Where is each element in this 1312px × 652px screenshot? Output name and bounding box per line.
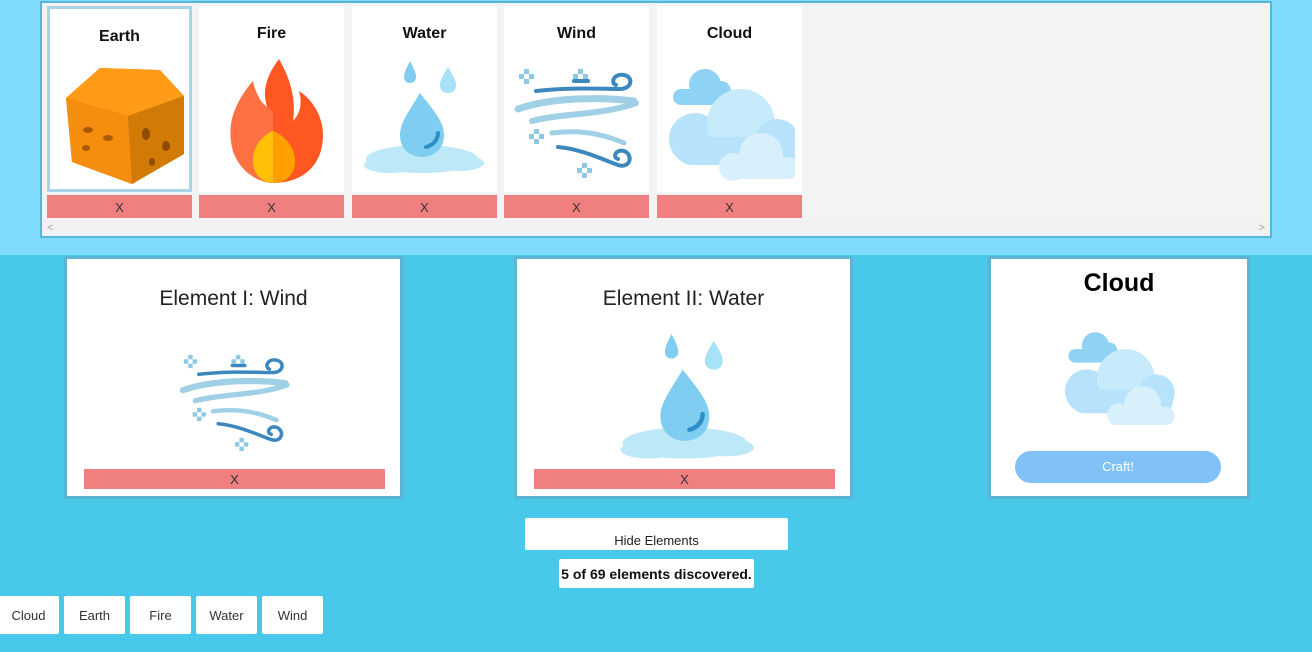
element-card-wind[interactable]: Wind X: [504, 6, 649, 218]
wind-icon: [135, 339, 335, 459]
element-slot-2[interactable]: Element II: Water X: [514, 256, 853, 499]
remove-element-button[interactable]: X: [504, 195, 649, 218]
element-name: Earth: [99, 28, 140, 45]
discovered-count: 5 of 69 elements discovered.: [559, 559, 754, 588]
element-name: Wind: [557, 25, 596, 42]
discovered-chip-earth[interactable]: Earth: [64, 596, 125, 634]
element-card-face[interactable]: Cloud: [657, 6, 802, 192]
scroll-right-arrow[interactable]: >: [1259, 220, 1265, 236]
element-bar: Earth X Fire X Water X Wind X Cloud X < …: [40, 1, 1272, 238]
hide-elements-button[interactable]: Hide Elements: [525, 518, 788, 550]
horizontal-scrollbar[interactable]: < >: [42, 220, 1270, 236]
slot-title: Element I: Wind: [159, 287, 308, 310]
remove-slot-1-button[interactable]: X: [84, 469, 385, 489]
element-name: Cloud: [706, 25, 753, 42]
remove-element-button[interactable]: X: [199, 195, 344, 218]
water-drop-icon: [573, 323, 799, 463]
discovered-chip-cloud[interactable]: Cloud: [0, 596, 59, 634]
element-card-face[interactable]: Wind: [504, 6, 649, 192]
element-slot-1[interactable]: Element I: Wind X: [64, 256, 403, 499]
element-card-face[interactable]: Earth: [47, 6, 192, 192]
water-drop-icon: [362, 59, 486, 175]
remove-slot-2-button[interactable]: X: [534, 469, 835, 489]
remove-element-button[interactable]: X: [657, 195, 802, 218]
cloud-icon: [1065, 332, 1175, 425]
fire-icon: [230, 59, 323, 183]
discovered-chip-wind[interactable]: Wind: [262, 596, 323, 634]
element-name: Fire: [256, 25, 287, 42]
element-card-earth[interactable]: Earth X: [47, 6, 192, 218]
remove-element-button[interactable]: X: [352, 195, 497, 218]
result-name: Cloud: [1083, 269, 1155, 297]
wind-icon: [512, 51, 642, 191]
element-card-face[interactable]: Water: [352, 6, 497, 192]
element-card-cloud[interactable]: Cloud X: [657, 6, 802, 218]
result-panel: Cloud Craft!: [988, 256, 1250, 499]
craft-button[interactable]: Craft!: [1015, 451, 1221, 483]
element-card-fire[interactable]: Fire X: [199, 6, 344, 218]
discovered-chip-fire[interactable]: Fire: [130, 596, 191, 634]
earth-cube-icon: [66, 68, 184, 184]
element-card-water[interactable]: Water X: [352, 6, 497, 218]
element-name: Water: [402, 25, 447, 42]
remove-element-button[interactable]: X: [47, 195, 192, 218]
discovered-chip-water[interactable]: Water: [196, 596, 257, 634]
element-card-face[interactable]: Fire: [199, 6, 344, 192]
slot-title: Element II: Water: [602, 287, 765, 310]
cloud-icon: [669, 69, 795, 181]
scroll-left-arrow[interactable]: <: [47, 220, 53, 236]
